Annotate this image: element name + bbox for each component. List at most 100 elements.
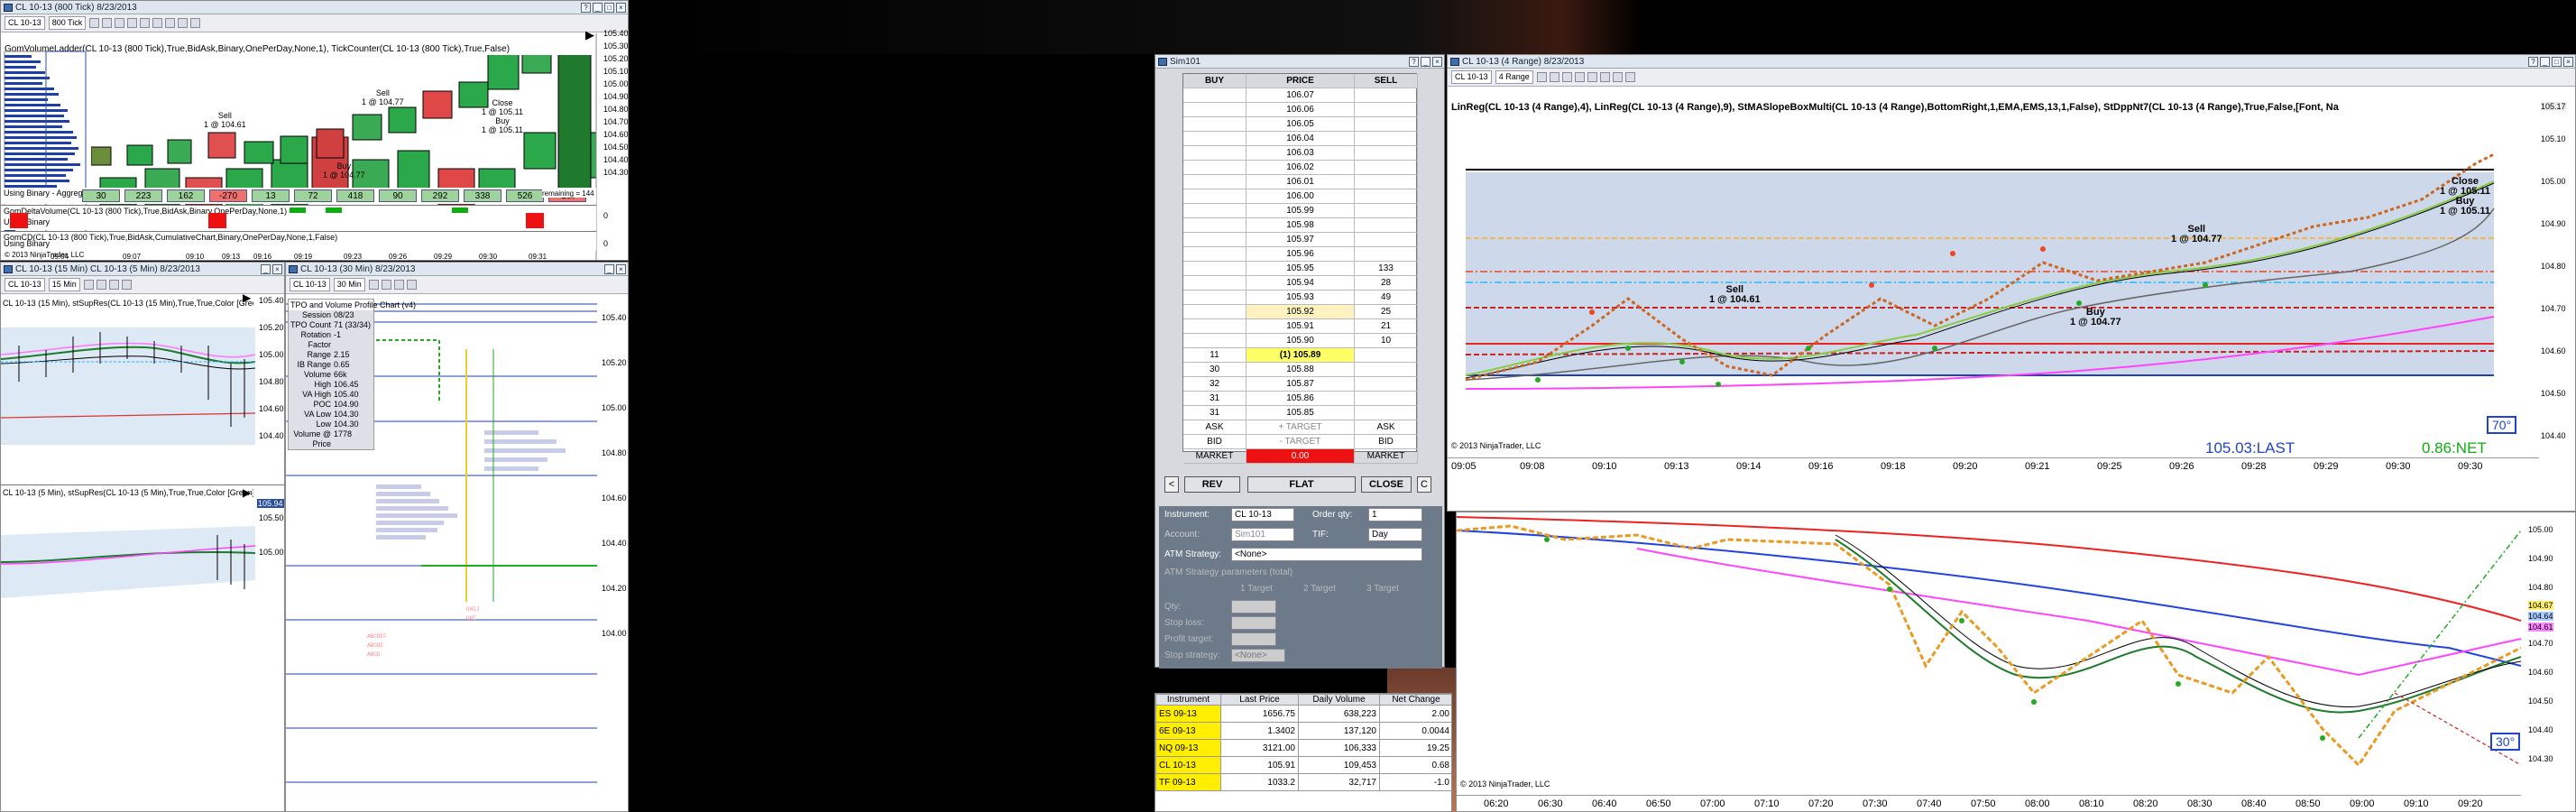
crosshair-icon[interactable] — [127, 18, 138, 28]
buy-cell[interactable] — [1183, 103, 1247, 117]
pencil-icon[interactable] — [1561, 72, 1572, 82]
interval-selector[interactable]: 15 Min — [48, 278, 80, 291]
ladder-row[interactable]: 106.02 — [1183, 161, 1418, 175]
price-cell[interactable]: 106.05 — [1247, 117, 1355, 132]
buy-cell[interactable] — [1183, 305, 1247, 319]
pencil-icon[interactable] — [381, 280, 391, 290]
price-cell[interactable]: 105.86 — [1247, 392, 1355, 406]
properties-icon[interactable] — [140, 18, 151, 28]
collapse-left-button[interactable]: < — [1164, 476, 1179, 493]
crosshair-icon[interactable] — [108, 280, 119, 290]
ladder-row[interactable]: 105.94 28 — [1183, 276, 1418, 291]
close-position-button[interactable]: CLOSE — [1361, 476, 1412, 493]
price-cell[interactable]: 105.88 — [1247, 363, 1355, 377]
buy-cell[interactable] — [1183, 276, 1247, 291]
stop-strategy-select[interactable]: <None> — [1231, 649, 1285, 662]
ladder-row[interactable]: 106.01 — [1183, 175, 1418, 189]
ladder-row[interactable]: 106.04 — [1183, 132, 1418, 146]
ladder-row[interactable]: 32 105.87 — [1183, 377, 1418, 392]
maximize-icon[interactable]: □ — [604, 3, 614, 13]
buy-cell[interactable] — [1183, 291, 1247, 305]
buy-cell[interactable]: 11 — [1183, 348, 1247, 363]
buy-cell[interactable] — [1183, 319, 1247, 334]
zoom-icon[interactable] — [89, 18, 100, 28]
instrument-field[interactable]: CL 10-13 — [1231, 508, 1294, 521]
play-triangle-icon[interactable]: ▶ — [243, 486, 251, 499]
buy-cell[interactable] — [1183, 247, 1247, 262]
close-icon[interactable]: × — [272, 264, 282, 274]
price-cell[interactable]: 106.06 — [1247, 103, 1355, 117]
sell-cell[interactable] — [1355, 363, 1418, 377]
pencil-icon[interactable] — [96, 280, 106, 290]
ladder-row[interactable]: 105.97 — [1183, 233, 1418, 247]
close-icon[interactable]: × — [616, 3, 626, 13]
ladder-row[interactable]: 105.99 — [1183, 204, 1418, 218]
sell-cell[interactable] — [1355, 103, 1418, 117]
buy-cell[interactable] — [1183, 218, 1247, 233]
price-cell[interactable]: 105.99 — [1247, 204, 1355, 218]
minimize-icon[interactable]: _ — [604, 264, 614, 274]
ladder-row[interactable]: 105.93 49 — [1183, 291, 1418, 305]
instrument-selector[interactable]: CL 10-13 — [290, 278, 330, 291]
sell-cell[interactable] — [1355, 88, 1418, 103]
properties-icon[interactable] — [1587, 72, 1597, 82]
close-icon[interactable]: × — [616, 264, 626, 274]
stop-loss-field[interactable] — [1231, 616, 1276, 630]
buy-cell[interactable] — [1183, 146, 1247, 161]
buy-cell[interactable] — [1183, 88, 1247, 103]
minimize-icon[interactable]: _ — [1421, 57, 1431, 67]
ladder-row[interactable]: 105.90 10 — [1183, 334, 1418, 348]
ladder-row[interactable]: 105.98 — [1183, 218, 1418, 233]
account-field[interactable]: Sim101 — [1231, 528, 1294, 541]
price-cell[interactable]: 106.02 — [1247, 161, 1355, 175]
sell-cell[interactable]: 25 — [1355, 305, 1418, 319]
sell-cell[interactable] — [1355, 233, 1418, 247]
price-cell[interactable]: 105.93 — [1247, 291, 1355, 305]
interval-selector[interactable]: 800 Tick — [48, 16, 87, 30]
sell-cell[interactable] — [1355, 406, 1418, 420]
price-cell[interactable]: 105.96 — [1247, 247, 1355, 262]
ladder-row[interactable]: 106.07 — [1183, 88, 1418, 103]
minimize-icon[interactable]: _ — [2540, 57, 2550, 67]
ladder-row[interactable]: 105.92 25 — [1183, 305, 1418, 319]
price-cell[interactable]: 105.98 — [1247, 218, 1355, 233]
superdom-titlebar[interactable]: Sim101 ? _ × — [1155, 55, 1444, 69]
buy-cell[interactable]: 31 — [1183, 406, 1247, 420]
sell-cell[interactable] — [1355, 218, 1418, 233]
order-qty-field[interactable]: 1 — [1368, 508, 1422, 521]
ladder-row[interactable]: 31 105.86 — [1183, 392, 1418, 406]
price-cell[interactable]: 105.92 — [1247, 305, 1355, 319]
market-analyzer-row[interactable]: ES 09-13 1656.75 638,223 2.00 — [1155, 705, 1451, 723]
buy-cell[interactable] — [1183, 189, 1247, 204]
price-cell[interactable]: (1) 105.89 — [1247, 348, 1355, 363]
crosshair-icon[interactable] — [1574, 72, 1585, 82]
buy-cell[interactable] — [1183, 175, 1247, 189]
help-icon[interactable]: ? — [1409, 57, 1419, 67]
crosshair-icon[interactable] — [393, 280, 404, 290]
price-cell[interactable]: 106.03 — [1247, 146, 1355, 161]
minimize-icon[interactable]: _ — [593, 3, 603, 13]
buy-cell[interactable]: 32 — [1183, 377, 1247, 392]
minimize-icon[interactable]: _ — [261, 264, 271, 274]
price-cell[interactable]: 105.85 — [1247, 406, 1355, 420]
order-icon[interactable] — [190, 18, 201, 28]
collapse-right-button[interactable]: C — [1417, 476, 1431, 493]
ladder-row[interactable]: 105.95 133 — [1183, 262, 1418, 276]
price-cell[interactable]: 105.91 — [1247, 319, 1355, 334]
tif-select[interactable]: Day — [1368, 528, 1422, 541]
min-chart-titlebar[interactable]: CL 10-13 (15 Min) CL 10-13 (5 Min) 8/23/… — [1, 263, 284, 276]
pointer-icon[interactable] — [1549, 72, 1559, 82]
tick-chart-titlebar[interactable]: CL 10-13 (800 Tick) 8/23/2013 ? _ □ × — [1, 1, 628, 14]
ladder-row[interactable]: 106.05 — [1183, 117, 1418, 132]
profit-target-field[interactable] — [1231, 632, 1276, 646]
grid-icon[interactable] — [121, 280, 132, 290]
atm-strategy-select[interactable]: <None> — [1231, 548, 1422, 561]
ladder-ask-row[interactable]: ASK + TARGET ASK — [1183, 420, 1418, 435]
interval-selector[interactable]: 4 Range — [1495, 70, 1533, 84]
interval-selector[interactable]: 30 Min — [333, 278, 365, 291]
price-cell[interactable]: 105.97 — [1247, 233, 1355, 247]
strategies-icon[interactable] — [1612, 72, 1623, 82]
buy-cell[interactable] — [1183, 117, 1247, 132]
buy-cell[interactable] — [1183, 233, 1247, 247]
sell-cell[interactable] — [1355, 377, 1418, 392]
